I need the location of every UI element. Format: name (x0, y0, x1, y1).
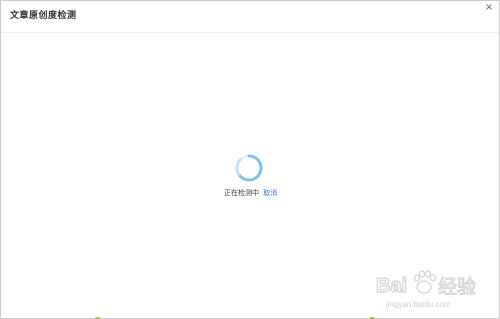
baidu-jingyan-watermark-logo: Bai 经验 jingyan.baidu.com (374, 267, 496, 313)
watermark-url: jingyan.baidu.com (386, 300, 451, 309)
status-line: 正在检测中 取消 (224, 189, 277, 198)
dialog-header: 文章原创度检测 × (1, 1, 499, 33)
dialog-title: 文章原创度检测 (10, 11, 77, 21)
close-icon[interactable]: × (484, 3, 494, 13)
svg-text:经验: 经验 (438, 276, 476, 298)
loading-area: 正在检测中 取消 (1, 151, 499, 201)
loading-spinner-icon (234, 153, 264, 183)
cancel-link[interactable]: 取消 (263, 189, 277, 197)
status-text: 正在检测中 (224, 189, 259, 197)
svg-text:Bai: Bai (376, 275, 407, 297)
